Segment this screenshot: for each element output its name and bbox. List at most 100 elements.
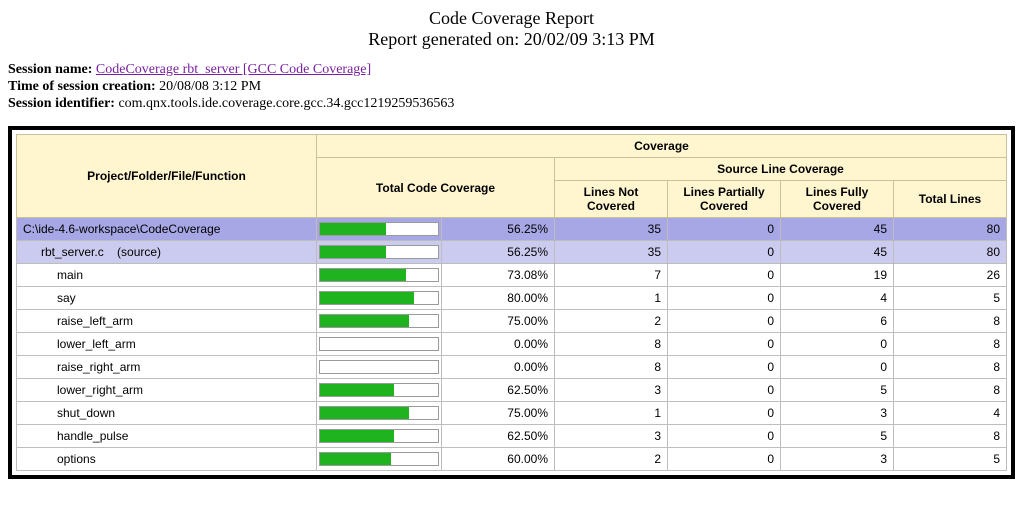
cell-bar <box>317 218 442 241</box>
cell-bar <box>317 379 442 402</box>
cell-not: 35 <box>555 241 668 264</box>
coverage-bar-fill <box>320 315 409 327</box>
coverage-bar-fill <box>320 384 394 396</box>
cell-part: 0 <box>668 448 781 471</box>
cell-pct: 0.00% <box>442 333 555 356</box>
cell-bar <box>317 402 442 425</box>
table-row: rbt_server.c (source)56.25%3504580 <box>17 241 1007 264</box>
cell-pct: 80.00% <box>442 287 555 310</box>
table-row: main73.08%701926 <box>17 264 1007 287</box>
cell-not: 1 <box>555 287 668 310</box>
coverage-bar <box>319 268 439 282</box>
cell-full: 0 <box>781 356 894 379</box>
cell-name: main <box>17 264 317 287</box>
table-row: options 60.00%2035 <box>17 448 1007 471</box>
cell-total: 80 <box>894 218 1007 241</box>
cell-pct: 56.25% <box>442 241 555 264</box>
cell-pct: 75.00% <box>442 310 555 333</box>
coverage-bar-fill <box>320 407 409 419</box>
cell-total: 8 <box>894 379 1007 402</box>
cell-full: 0 <box>781 333 894 356</box>
cell-part: 0 <box>668 241 781 264</box>
cell-bar <box>317 448 442 471</box>
cell-bar <box>317 287 442 310</box>
col-coverage: Coverage <box>317 135 1007 158</box>
cell-pct: 56.25% <box>442 218 555 241</box>
coverage-bar <box>319 383 439 397</box>
cell-name: say <box>17 287 317 310</box>
cell-total: 5 <box>894 287 1007 310</box>
session-meta: Session name: CodeCoverage rbt_server [G… <box>8 62 1015 112</box>
coverage-bar <box>319 314 439 328</box>
cell-part: 0 <box>668 425 781 448</box>
session-name-link[interactable]: CodeCoverage rbt_server [GCC Code Covera… <box>96 62 371 77</box>
table-row: lower_right_arm 62.50%3058 <box>17 379 1007 402</box>
cell-part: 0 <box>668 218 781 241</box>
cell-name: options <box>17 448 317 471</box>
cell-total: 80 <box>894 241 1007 264</box>
cell-total: 4 <box>894 402 1007 425</box>
cell-name: handle_pulse <box>17 425 317 448</box>
cell-full: 3 <box>781 448 894 471</box>
coverage-bar-fill <box>320 269 406 281</box>
cell-bar <box>317 333 442 356</box>
coverage-bar <box>319 245 439 259</box>
cell-pct: 73.08% <box>442 264 555 287</box>
cell-full: 45 <box>781 241 894 264</box>
cell-not: 3 <box>555 425 668 448</box>
cell-name: raise_right_arm <box>17 356 317 379</box>
col-full: Lines Fully Covered <box>781 181 894 218</box>
cell-pct: 62.50% <box>442 379 555 402</box>
cell-pct: 60.00% <box>442 448 555 471</box>
cell-part: 0 <box>668 379 781 402</box>
table-row: shut_down75.00%1034 <box>17 402 1007 425</box>
cell-full: 3 <box>781 402 894 425</box>
cell-total: 5 <box>894 448 1007 471</box>
table-row: lower_left_arm0.00%8008 <box>17 333 1007 356</box>
cell-full: 5 <box>781 425 894 448</box>
coverage-bar <box>319 406 439 420</box>
session-identifier-row: Session identifier: com.qnx.tools.ide.co… <box>8 96 1015 112</box>
cell-part: 0 <box>668 287 781 310</box>
coverage-bar-fill <box>320 223 386 235</box>
coverage-bar-fill <box>320 453 391 465</box>
cell-total: 8 <box>894 310 1007 333</box>
cell-full: 6 <box>781 310 894 333</box>
report-title: Code Coverage Report <box>8 8 1015 29</box>
cell-part: 0 <box>668 356 781 379</box>
cell-full: 45 <box>781 218 894 241</box>
coverage-bar-fill <box>320 246 386 258</box>
coverage-table-wrap: Project/Folder/File/Function Coverage To… <box>8 126 1015 479</box>
report-subtitle: Report generated on: 20/02/09 3:13 PM <box>8 29 1015 50</box>
cell-full: 4 <box>781 287 894 310</box>
cell-total: 8 <box>894 333 1007 356</box>
cell-not: 7 <box>555 264 668 287</box>
session-name-row: Session name: CodeCoverage rbt_server [G… <box>8 62 1015 78</box>
cell-not: 35 <box>555 218 668 241</box>
cell-full: 5 <box>781 379 894 402</box>
session-creation-row: Time of session creation: 20/08/08 3:12 … <box>8 79 1015 95</box>
cell-bar <box>317 425 442 448</box>
cell-name: lower_left_arm <box>17 333 317 356</box>
cell-part: 0 <box>668 402 781 425</box>
coverage-bar <box>319 222 439 236</box>
col-total-code: Total Code Coverage <box>317 158 555 218</box>
cell-part: 0 <box>668 310 781 333</box>
coverage-bar-fill <box>320 430 394 442</box>
cell-total: 8 <box>894 425 1007 448</box>
table-row: raise_right_arm0.00%8008 <box>17 356 1007 379</box>
cell-pct: 0.00% <box>442 356 555 379</box>
cell-name: C:\ide-4.6-workspace\CodeCoverage <box>17 218 317 241</box>
cell-name: lower_right_arm <box>17 379 317 402</box>
cell-total: 26 <box>894 264 1007 287</box>
table-row: raise_left_arm75.00%2068 <box>17 310 1007 333</box>
col-not-covered: Lines Not Covered <box>555 181 668 218</box>
cell-not: 3 <box>555 379 668 402</box>
cell-part: 0 <box>668 333 781 356</box>
cell-not: 2 <box>555 310 668 333</box>
cell-name: shut_down <box>17 402 317 425</box>
table-row: C:\ide-4.6-workspace\CodeCoverage 56.25%3… <box>17 218 1007 241</box>
cell-not: 8 <box>555 333 668 356</box>
coverage-bar-fill <box>320 292 414 304</box>
cell-not: 2 <box>555 448 668 471</box>
